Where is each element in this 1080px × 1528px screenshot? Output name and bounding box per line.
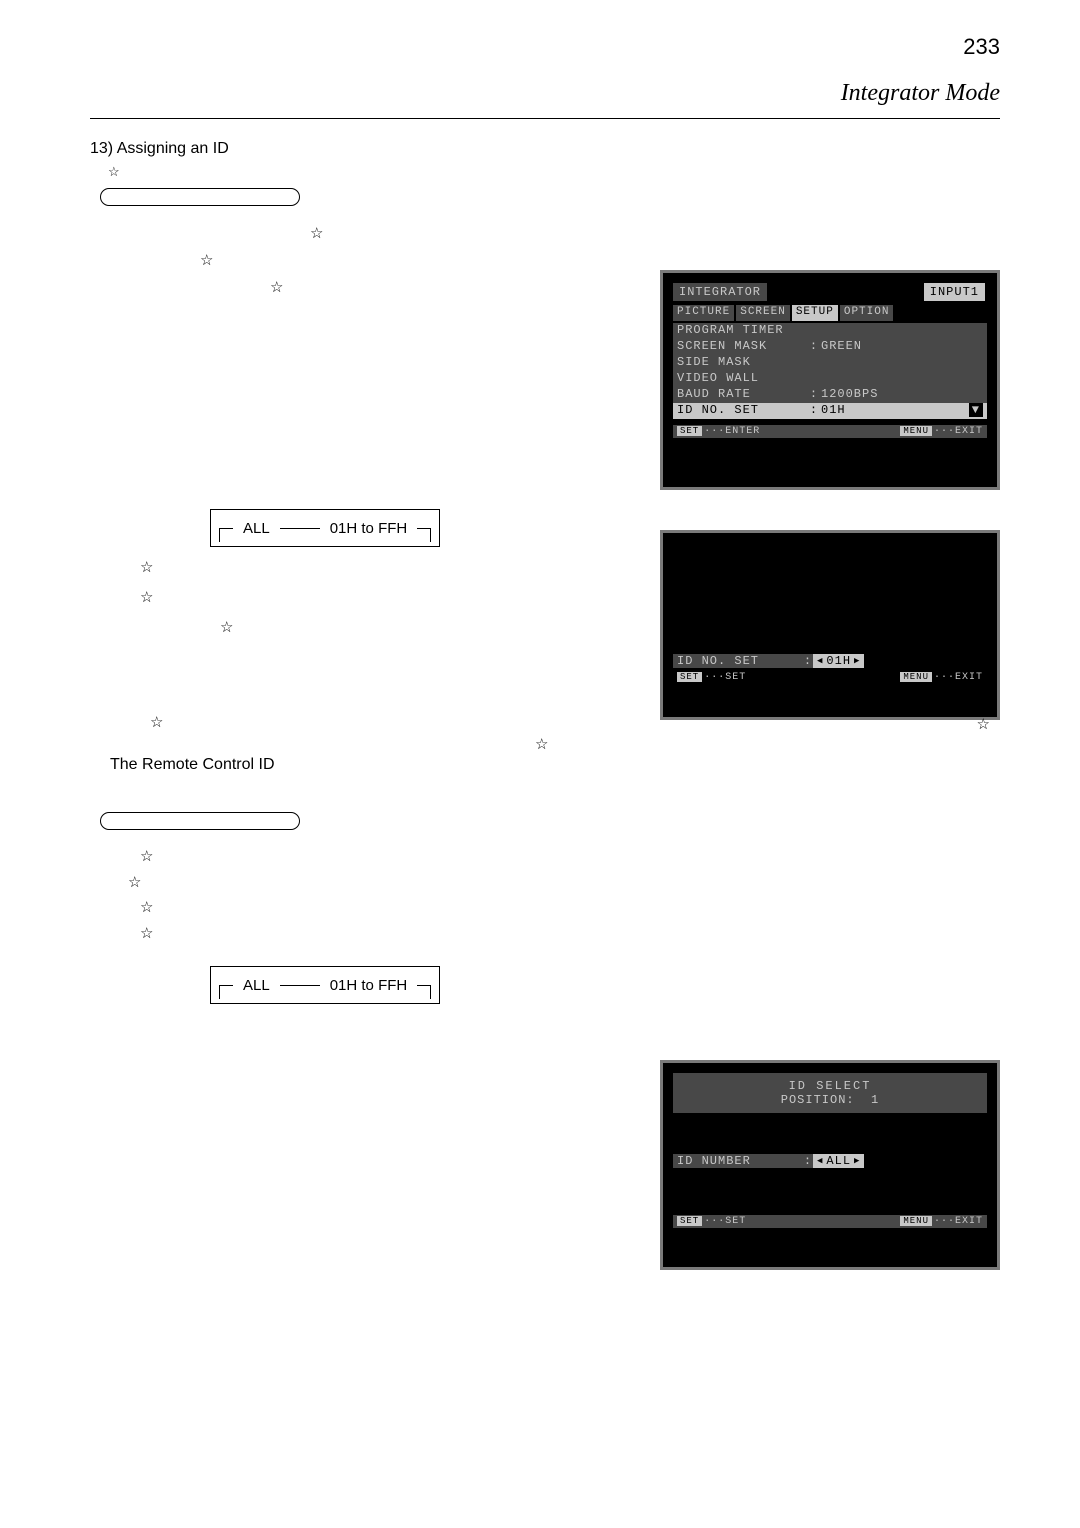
osd-integrator-menu: INTEGRATOR INPUT1 PICTURE SCREEN SETUP O…: [660, 270, 1000, 490]
page-header-title: Integrator Mode: [841, 80, 1000, 107]
note-line-1: ☆: [100, 220, 1000, 247]
osd3-position: POSITION: 1: [673, 1093, 987, 1107]
star-right: ☆: [977, 715, 990, 733]
star-left: ☆: [535, 735, 548, 753]
header-rule: [90, 118, 1000, 119]
osd1-tabs: PICTURE SCREEN SETUP OPTION: [673, 305, 987, 321]
cycle2-all: ALL: [243, 977, 270, 994]
remote-control-id-heading: The Remote Control ID: [110, 756, 1000, 774]
tab-picture: PICTURE: [673, 305, 734, 321]
osd1-title: INTEGRATOR: [673, 283, 767, 301]
procedure-box-1: [100, 188, 300, 206]
cycle-diagram-2: ALL 01H to FFH: [100, 966, 1000, 1004]
right-arrow-icon: ▶: [854, 1156, 860, 1166]
section-13-heading: 13) Assigning an ID: [90, 140, 1000, 158]
tab-setup: SETUP: [792, 305, 838, 321]
cycle2-range: 01H to FFH: [330, 977, 408, 994]
remote-star-3: ☆: [140, 895, 1000, 921]
osd2-foot-right: MENU···EXIT: [900, 672, 983, 683]
osd2-foot-left: SET···SET: [677, 672, 746, 683]
osd1-row-id-no-set: ID NO. SET : 01H▼: [673, 403, 987, 419]
osd1-row-baud-rate: BAUD RATE: [677, 387, 807, 403]
osd1-row-side-mask: SIDE MASK: [677, 355, 807, 371]
remote-star-1: ☆: [140, 844, 1000, 870]
star-1: ☆: [108, 164, 1000, 180]
osd1-row-program-timer: PROGRAM TIMER: [677, 323, 807, 339]
page-number: 233: [963, 34, 1000, 60]
osd-id-set-screen: ID NO. SET : ◀01H▶ SET···SET MENU···EXIT: [660, 530, 1000, 720]
osd3-title: ID SELECT: [673, 1079, 987, 1093]
left-arrow-icon: ◀: [817, 1156, 823, 1166]
down-arrow-icon: ▼: [969, 403, 983, 417]
tab-screen: SCREEN: [736, 305, 790, 321]
cycle1-all: ALL: [243, 520, 270, 537]
tab-option: OPTION: [840, 305, 894, 321]
left-arrow-icon: ◀: [817, 656, 823, 666]
osd1-input: INPUT1: [924, 283, 985, 301]
right-arrow-icon: ▶: [854, 656, 860, 666]
procedure-box-2: [100, 812, 300, 830]
osd3-foot-left: SET···SET: [677, 1216, 746, 1227]
osd2-row-id-no-set: ID NO. SET : ◀01H▶: [673, 653, 987, 669]
osd1-row-screen-mask: SCREEN MASK: [677, 339, 807, 355]
osd3-row-id-number: ID NUMBER : ◀ALL▶: [673, 1153, 987, 1169]
osd-id-select-screen: ID SELECT POSITION: 1 ID NUMBER : ◀ALL▶ …: [660, 1060, 1000, 1270]
osd1-foot-right: MENU···EXIT: [900, 426, 983, 437]
remote-star-2: ☆: [128, 870, 1000, 896]
osd1-row-video-wall: VIDEO WALL: [677, 371, 807, 387]
remote-star-4: ☆: [140, 921, 1000, 947]
osd3-foot-right: MENU···EXIT: [900, 1216, 983, 1227]
cycle1-range: 01H to FFH: [330, 520, 408, 537]
osd1-foot-left: SET···ENTER: [677, 426, 760, 437]
